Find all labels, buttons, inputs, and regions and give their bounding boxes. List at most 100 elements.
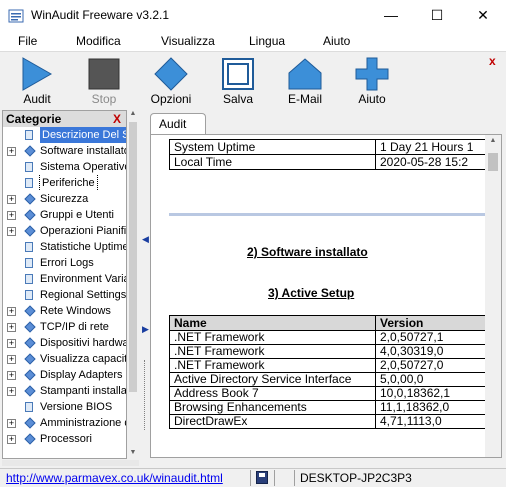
tree-item[interactable]: + Gruppi e Utenti xyxy=(3,207,126,223)
tree-item[interactable]: + Amministrazione d xyxy=(3,415,127,431)
row-version: 4,71,1113,0 xyxy=(375,414,494,429)
expand-icon[interactable]: + xyxy=(7,387,16,396)
tree-item[interactable]: Statistiche Uptime xyxy=(3,239,127,255)
tree-item-label: Statistiche Uptime xyxy=(40,241,127,253)
splitter-grip[interactable] xyxy=(144,360,146,430)
category-scrollbar[interactable]: ▲ ▼ xyxy=(128,110,138,459)
diamond-icon xyxy=(24,337,36,349)
row-version: 11,1,18362,0 xyxy=(375,400,494,415)
expand-icon[interactable]: + xyxy=(7,211,16,220)
pane-splitter[interactable]: ◀ ▶ xyxy=(140,110,150,459)
tree-item[interactable]: + Software installato xyxy=(3,143,126,159)
scroll-down-arrow-icon[interactable]: ▼ xyxy=(128,449,138,459)
table-row: Address Book 7 10,0,18362,1 xyxy=(169,386,494,401)
email-button-label: E-Mail xyxy=(287,92,322,106)
category-hscrollbar[interactable] xyxy=(2,460,139,466)
tree-item[interactable]: Descrizione Del Sis xyxy=(3,127,126,143)
tree-item-label: Operazioni Pianific xyxy=(40,225,127,237)
tree-item[interactable]: + Display Adapters xyxy=(3,367,126,383)
report-scroll-thumb[interactable] xyxy=(488,153,498,171)
row-version: 4,0,30319,0 xyxy=(375,344,494,359)
expand-icon[interactable]: + xyxy=(7,371,16,380)
diamond-icon xyxy=(24,369,36,381)
website-link[interactable]: http://www.parmavex.co.uk/winaudit.html xyxy=(6,471,223,485)
tree-item-label: Amministrazione d xyxy=(40,417,127,429)
tree-item-label: Dispositivi hardwar xyxy=(40,337,127,349)
document-icon xyxy=(25,130,33,140)
stop-button[interactable]: Stop xyxy=(74,54,134,106)
tree-item[interactable]: Errori Logs xyxy=(3,255,126,271)
expand-icon[interactable]: + xyxy=(7,195,16,204)
menu-modifica[interactable]: Modifica xyxy=(76,34,121,48)
status-bar: http://www.parmavex.co.uk/winaudit.html … xyxy=(0,468,506,487)
scroll-up-arrow-icon[interactable]: ▲ xyxy=(128,110,138,120)
diamond-icon xyxy=(24,209,36,221)
audit-button[interactable]: Audit xyxy=(7,54,67,106)
status-separator xyxy=(250,470,251,486)
menu-aiuto[interactable]: Aiuto xyxy=(323,34,350,48)
active-setup-table: Name Version .NET Framework 2,0,50727,1 .N… xyxy=(169,315,494,429)
tree-item[interactable]: Versione BIOS xyxy=(3,399,126,415)
report-scroll-up-icon[interactable]: ▲ xyxy=(488,137,498,147)
column-name: Name xyxy=(169,315,376,331)
status-separator xyxy=(274,470,275,486)
tree-item[interactable]: + Visualizza capacit xyxy=(3,351,127,367)
splitter-left-arrow-icon[interactable]: ◀ xyxy=(142,234,149,245)
toolbar-close-icon[interactable]: x xyxy=(489,54,496,68)
expand-icon[interactable]: + xyxy=(7,435,16,444)
email-button[interactable]: E-Mail xyxy=(275,54,335,106)
menu-visualizza[interactable]: Visualizza xyxy=(161,34,215,48)
tree-item[interactable]: Periferiche xyxy=(3,175,126,191)
options-button[interactable]: Opzioni xyxy=(141,54,201,106)
report-scrollbar[interactable]: ▲ xyxy=(485,135,501,457)
minimize-button[interactable]: — xyxy=(368,0,414,30)
tab-audit[interactable]: Audit xyxy=(150,113,206,135)
diamond-icon xyxy=(24,321,36,333)
expand-icon[interactable]: + xyxy=(7,307,16,316)
summary-row: Local Time 2020-05-28 15:2 xyxy=(169,154,494,170)
maximize-button[interactable]: ☐ xyxy=(414,0,460,30)
expand-icon[interactable]: + xyxy=(7,147,16,156)
menu-lingua[interactable]: Lingua xyxy=(249,34,285,48)
tree-item-label: Processori xyxy=(40,433,92,445)
tree-item[interactable]: + Rete Windows xyxy=(3,303,126,319)
tree-item[interactable]: + Operazioni Pianific xyxy=(3,223,127,239)
tree-item[interactable]: + Dispositivi hardwar xyxy=(3,335,127,351)
diamond-icon xyxy=(24,417,36,429)
tree-item[interactable]: + TCP/IP di rete xyxy=(3,319,126,335)
row-version: 2,0,50727,0 xyxy=(375,358,494,373)
tree-item-label: TCP/IP di rete xyxy=(40,321,109,333)
expand-icon[interactable]: + xyxy=(7,323,16,332)
tree-item-label: Visualizza capacit xyxy=(40,353,127,365)
disk-save-icon xyxy=(256,471,268,484)
tree-item[interactable]: Environment Variab xyxy=(3,271,126,287)
house-icon xyxy=(288,58,322,90)
status-separator xyxy=(294,470,295,486)
category-scroll-thumb[interactable] xyxy=(129,122,137,392)
expand-icon[interactable]: + xyxy=(7,419,16,428)
tree-item[interactable]: Sistema Operativo xyxy=(3,159,126,175)
section-active-setup-title: 3) Active Setup xyxy=(268,286,355,300)
tree-item-label: Periferiche xyxy=(39,175,98,191)
tree-item[interactable]: Regional Settings xyxy=(3,287,126,303)
expand-icon[interactable]: + xyxy=(7,227,16,236)
title-bar: WinAudit Freeware v3.2.1 — ☐ ✕ xyxy=(0,0,506,31)
category-title: Categorie xyxy=(6,112,62,126)
save-icon xyxy=(222,58,254,90)
menu-file[interactable]: File xyxy=(18,34,37,48)
close-window-button[interactable]: ✕ xyxy=(460,0,506,30)
document-icon xyxy=(25,402,33,412)
document-icon xyxy=(25,274,33,284)
splitter-right-arrow-icon[interactable]: ▶ xyxy=(142,324,149,335)
tree-item[interactable]: + Stampanti installa xyxy=(3,383,126,399)
tree-item-label: Errori Logs xyxy=(40,257,94,269)
tree-item[interactable]: + Processori xyxy=(3,431,126,447)
close-categories-icon[interactable]: X xyxy=(113,111,121,127)
expand-icon[interactable]: + xyxy=(7,355,16,364)
stop-icon xyxy=(88,58,120,90)
expand-icon[interactable]: + xyxy=(7,339,16,348)
save-button[interactable]: Salva xyxy=(208,54,268,106)
help-button[interactable]: Aiuto xyxy=(342,54,402,106)
row-name: .NET Framework xyxy=(169,358,376,373)
tree-item[interactable]: + Sicurezza xyxy=(3,191,126,207)
